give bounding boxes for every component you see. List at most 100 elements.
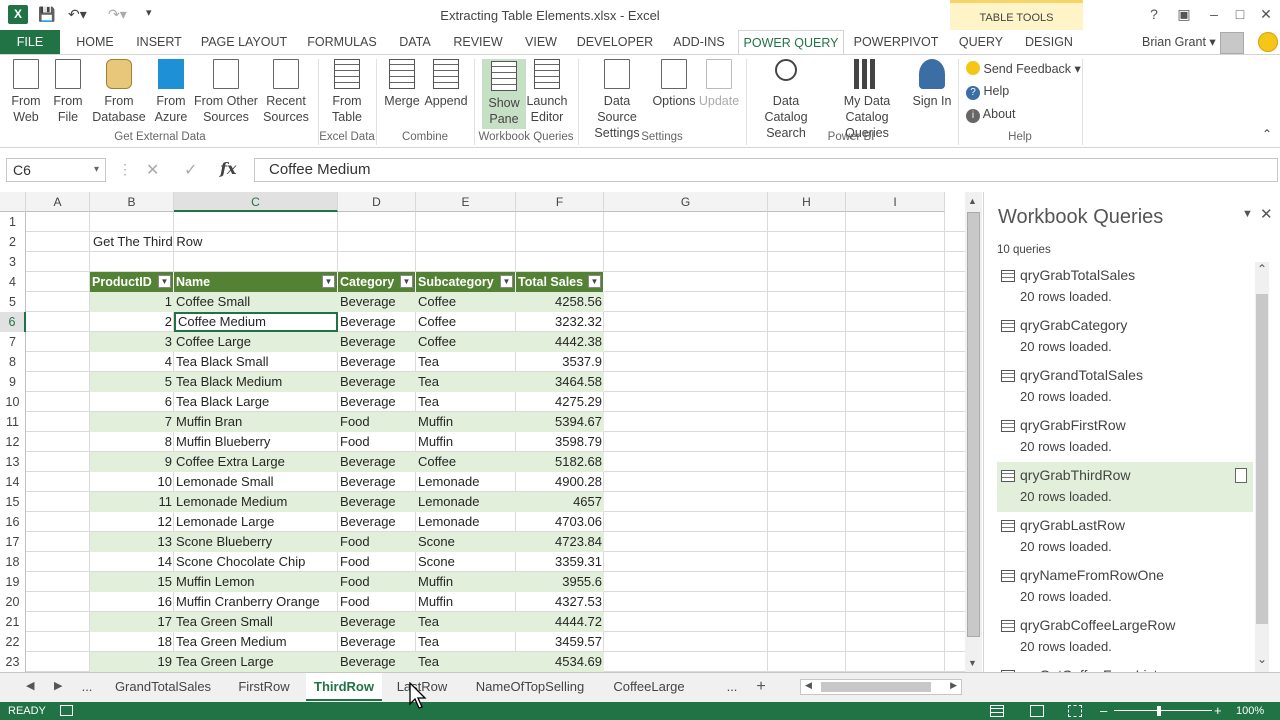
table-cell[interactable]: Coffee	[416, 312, 516, 332]
zoom-out-icon[interactable]: –	[1100, 702, 1107, 720]
row-header-19[interactable]: 19	[0, 572, 26, 592]
column-header-b[interactable]: B	[90, 192, 174, 212]
query-item[interactable]: qryGrabCoffeeLargeRow 20 rows loaded.	[997, 612, 1253, 662]
cancel-icon[interactable]: ✕	[146, 160, 159, 180]
row-header-3[interactable]: 3	[0, 252, 26, 272]
table-cell[interactable]: Tea Green Small	[174, 612, 338, 632]
table-header-subcategory[interactable]: Subcategory ▼	[416, 272, 516, 292]
table-cell[interactable]: Muffin	[416, 592, 516, 612]
table-cell[interactable]: 14	[90, 552, 174, 572]
avatar[interactable]	[1220, 32, 1244, 54]
table-cell[interactable]: Muffin Cranberry Orange	[174, 592, 338, 612]
table-cell[interactable]: Tea Green Medium	[174, 632, 338, 652]
table-cell[interactable]: Tea Green Large	[174, 652, 338, 672]
table-cell[interactable]: 6	[90, 392, 174, 412]
table-cell[interactable]: 18	[90, 632, 174, 652]
append-button[interactable]: Append	[424, 59, 468, 109]
normal-view-icon[interactable]	[990, 705, 1004, 717]
table-cell[interactable]: Food	[338, 552, 416, 572]
table-cell[interactable]: 15	[90, 572, 174, 592]
query-item[interactable]: qryGrabLastRow 20 rows loaded.	[997, 512, 1253, 562]
table-cell[interactable]: 3464.58	[516, 372, 604, 392]
smiley-feedback-icon[interactable]	[1258, 32, 1278, 52]
name-box[interactable]: C6 ▾	[6, 158, 106, 182]
enter-check-icon[interactable]: ✓	[184, 160, 197, 180]
sheet-tab-nameoftopselling[interactable]: NameOfTopSelling	[462, 673, 598, 701]
column-header-g[interactable]: G	[604, 192, 768, 212]
pane-close-icon[interactable]: ✕	[1260, 205, 1273, 223]
new-sheet-button[interactable]: +	[748, 673, 774, 701]
table-cell[interactable]: Scone Blueberry	[174, 532, 338, 552]
table-cell[interactable]: Tea Black Medium	[174, 372, 338, 392]
table-cell[interactable]: Beverage	[338, 632, 416, 652]
table-cell[interactable]: Food	[338, 432, 416, 452]
table-cell[interactable]: Tea	[416, 372, 516, 392]
more-sheets-left[interactable]: ...	[76, 673, 98, 701]
table-cell[interactable]: 4275.29	[516, 392, 604, 412]
filter-dropdown-icon[interactable]: ▼	[588, 275, 601, 288]
table-cell[interactable]: Muffin	[416, 572, 516, 592]
row-header-17[interactable]: 17	[0, 532, 26, 552]
table-cell[interactable]: Muffin	[416, 432, 516, 452]
insert-function-icon[interactable]: fx	[220, 159, 236, 178]
send-feedback-button[interactable]: Send Feedback ▾	[966, 61, 1081, 76]
tab-home[interactable]: HOME	[66, 30, 124, 54]
pane-scrollbar[interactable]: ⌃ ⌄	[1255, 262, 1269, 672]
row-header-16[interactable]: 16	[0, 512, 26, 532]
table-cell[interactable]: Food	[338, 532, 416, 552]
column-header-c[interactable]: C	[174, 192, 338, 212]
user-name[interactable]: Brian Grant ▾	[1142, 34, 1216, 49]
table-cell[interactable]: Beverage	[338, 312, 416, 332]
ribbon-display-icon[interactable]: ▣	[1174, 6, 1194, 23]
filter-dropdown-icon[interactable]: ▼	[322, 275, 335, 288]
row-header-20[interactable]: 20	[0, 592, 26, 612]
filter-dropdown-icon[interactable]: ▼	[400, 275, 413, 288]
table-cell[interactable]: Lemonade Medium	[174, 492, 338, 512]
table-cell[interactable]: Tea	[416, 632, 516, 652]
table-cell[interactable]: 19	[90, 652, 174, 672]
filter-dropdown-icon[interactable]: ▼	[158, 275, 171, 288]
scroll-tabs-right-icon[interactable]: ▶	[54, 679, 62, 692]
table-cell[interactable]: 3459.57	[516, 632, 604, 652]
pane-options-icon[interactable]: ▼	[1242, 208, 1253, 220]
table-cell[interactable]: Lemonade	[416, 472, 516, 492]
table-cell[interactable]: Beverage	[338, 292, 416, 312]
table-cell[interactable]: 3598.79	[516, 432, 604, 452]
table-cell[interactable]: 7	[90, 412, 174, 432]
tab-page-layout[interactable]: PAGE LAYOUT	[196, 30, 292, 54]
table-cell[interactable]: Beverage	[338, 372, 416, 392]
more-sheets-right[interactable]: ...	[714, 673, 750, 701]
tab-view[interactable]: VIEW	[516, 30, 566, 54]
table-cell[interactable]: 4327.53	[516, 592, 604, 612]
from-file-button[interactable]: From File	[48, 59, 88, 125]
table-cell[interactable]: 2	[90, 312, 174, 332]
table-cell[interactable]: Coffee Small	[174, 292, 338, 312]
h-scroll-thumb[interactable]	[821, 682, 931, 692]
column-header-d[interactable]: D	[338, 192, 416, 212]
table-cell[interactable]: Coffee	[416, 332, 516, 352]
filter-dropdown-icon[interactable]: ▼	[500, 275, 513, 288]
table-cell[interactable]: Lemonade	[416, 512, 516, 532]
row-header-13[interactable]: 13	[0, 452, 26, 472]
help-icon[interactable]: ?	[1144, 6, 1164, 22]
table-cell[interactable]: Beverage	[338, 392, 416, 412]
from-azure-button[interactable]: From Azure	[150, 59, 192, 125]
sign-in-button[interactable]: Sign In	[912, 59, 952, 109]
row-header-21[interactable]: 21	[0, 612, 26, 632]
launch-editor-button[interactable]: Launch Editor	[526, 59, 568, 125]
table-cell[interactable]: Muffin	[416, 412, 516, 432]
close-icon[interactable]: ✕	[1256, 6, 1276, 23]
table-cell[interactable]: Beverage	[338, 472, 416, 492]
table-cell[interactable]: 3955.6	[516, 572, 604, 592]
column-header-e[interactable]: E	[416, 192, 516, 212]
table-header-category[interactable]: Category ▼	[338, 272, 416, 292]
table-cell[interactable]: 13	[90, 532, 174, 552]
formula-input[interactable]: Coffee Medium	[254, 158, 1278, 182]
tab-add-ins[interactable]: ADD-INS	[664, 30, 734, 54]
from-database-button[interactable]: From Database	[90, 59, 148, 125]
table-cell[interactable]: Muffin Blueberry	[174, 432, 338, 452]
zoom-level[interactable]: 100%	[1236, 702, 1264, 720]
select-all-corner[interactable]	[0, 192, 26, 212]
table-cell[interactable]: Coffee Large	[174, 332, 338, 352]
update-button[interactable]: Update	[698, 59, 740, 109]
